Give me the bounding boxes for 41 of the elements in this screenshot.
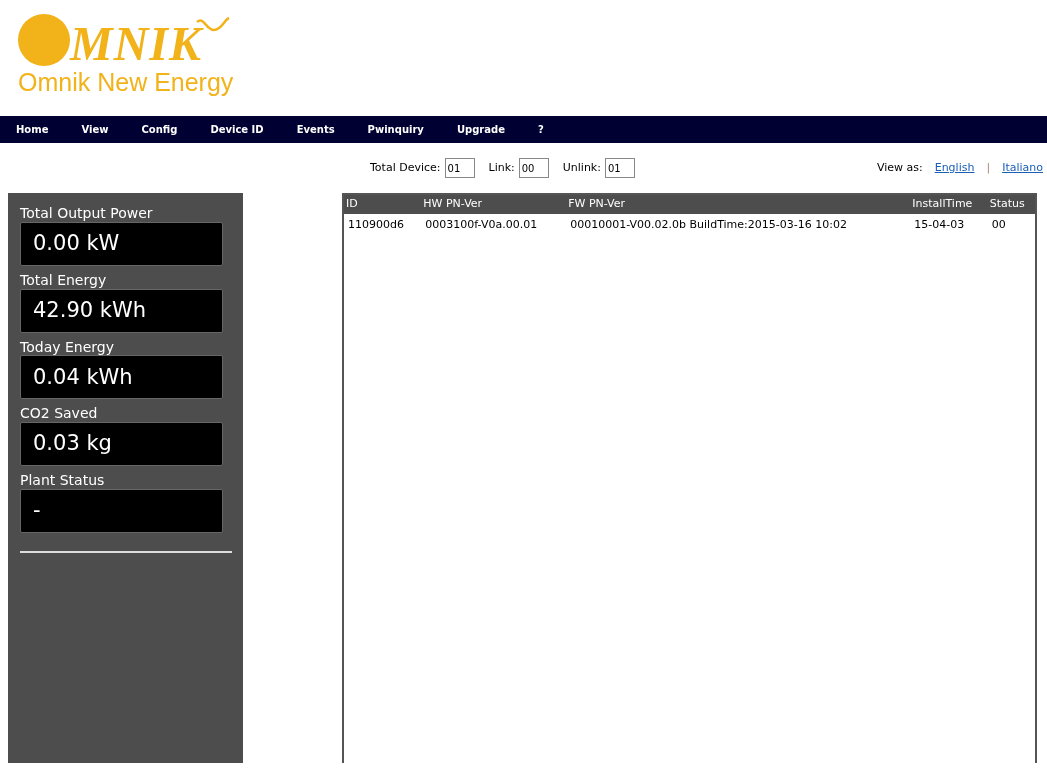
nav-link-item[interactable]: Config bbox=[141, 122, 178, 137]
table-cell: 0003100f-V0a.00.01 bbox=[421, 213, 567, 236]
language-link[interactable]: Italiano bbox=[1002, 159, 1043, 177]
column-header: HW PN-Ver bbox=[421, 195, 567, 214]
nav-link-item[interactable]: View bbox=[81, 122, 109, 137]
nav-link-item[interactable]: Upgrade bbox=[456, 122, 505, 137]
logo-sun-icon bbox=[18, 14, 70, 66]
logo-text: MNIK bbox=[70, 20, 203, 68]
counter-label: Unlink: bbox=[562, 159, 601, 176]
nav-link-item[interactable]: Device ID bbox=[210, 122, 264, 137]
column-header: Status bbox=[987, 195, 1035, 214]
column-header: InstallTime bbox=[910, 195, 988, 214]
counter-field[interactable]: 01 bbox=[604, 158, 635, 178]
summary-value: 42.90 kWh bbox=[20, 288, 223, 333]
nav-link-item[interactable]: Pwinquiry bbox=[367, 122, 424, 137]
summary-value: 0.03 kg bbox=[20, 422, 223, 467]
table-cell: 00010001-V00.02.0b BuildTime:2015-03-16 10:02 bbox=[566, 213, 911, 236]
nav-link-item[interactable]: Home bbox=[16, 122, 49, 137]
counter-field[interactable]: 01 bbox=[444, 158, 475, 178]
table-cell: 110900d6 bbox=[344, 213, 422, 236]
summary-label: Total Energy bbox=[20, 271, 108, 289]
language-link[interactable]: English bbox=[934, 159, 975, 177]
column-header: FW PN-Ver bbox=[566, 195, 911, 214]
column-header: ID bbox=[344, 195, 422, 214]
separator: | bbox=[986, 159, 991, 176]
table-cell: 00 bbox=[987, 213, 1035, 236]
summary-label: Today Energy bbox=[20, 338, 115, 356]
nav-link-item[interactable]: Events bbox=[296, 122, 335, 137]
summary-label: CO2 Saved bbox=[20, 405, 99, 423]
counter-field[interactable]: 00 bbox=[518, 158, 549, 178]
view-as-label: View as: bbox=[876, 159, 923, 176]
counter-label: Total Device: bbox=[370, 159, 441, 176]
logo-subtitle: Omnik New Energy bbox=[18, 70, 235, 95]
nav-link-item[interactable]: ? bbox=[537, 122, 544, 137]
counter-label: Link: bbox=[488, 159, 515, 176]
summary-label: Total Output Power bbox=[20, 205, 154, 222]
summary-value: - bbox=[20, 489, 223, 533]
summary-value: 0.00 kW bbox=[20, 221, 223, 266]
table-cell: 15-04-03 bbox=[910, 213, 988, 236]
summary-value: 0.04 kWh bbox=[20, 355, 223, 400]
summary-label: Plant Status bbox=[20, 472, 106, 489]
